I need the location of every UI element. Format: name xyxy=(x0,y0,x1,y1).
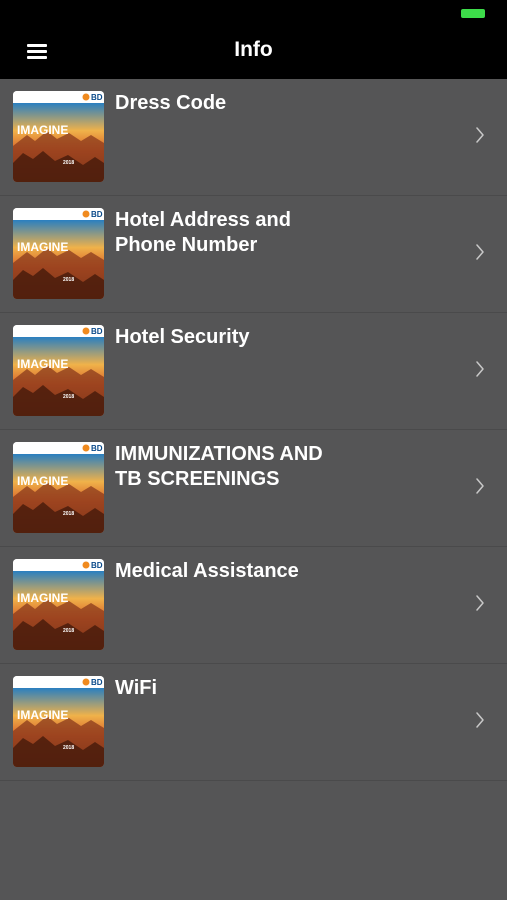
list-item-1[interactable]: BD IMAGINE 2018 Hotel Address and Phone … xyxy=(0,196,507,313)
event-thumbnail: BD IMAGINE 2018 xyxy=(13,442,104,533)
svg-text:BD: BD xyxy=(91,210,103,219)
svg-text:BD: BD xyxy=(91,93,103,102)
event-thumbnail: BD IMAGINE 2018 xyxy=(13,676,104,767)
svg-text:BD: BD xyxy=(91,444,103,453)
list-item-title: Dress Code xyxy=(115,92,227,114)
svg-text:2018: 2018 xyxy=(63,628,74,634)
info-list: BD IMAGINE 2018 Dress Code BD IMAGINE 20… xyxy=(0,79,507,781)
list-item-4[interactable]: BD IMAGINE 2018 Medical Assistance xyxy=(0,547,507,664)
svg-text:BD: BD xyxy=(91,561,103,570)
svg-text:IMAGINE: IMAGINE xyxy=(17,240,68,254)
svg-text:2018: 2018 xyxy=(63,277,74,283)
list-item-title: Hotel Security xyxy=(115,326,250,348)
list-item-title: WiFi xyxy=(115,677,158,699)
chevron-right-icon xyxy=(476,127,484,143)
svg-text:2018: 2018 xyxy=(63,511,74,517)
svg-text:IMAGINE: IMAGINE xyxy=(17,123,68,137)
list-item-title: IMMUNIZATIONS AND TB SCREENINGS xyxy=(115,443,323,490)
status-bar xyxy=(0,0,507,24)
list-item-title: Medical Assistance xyxy=(115,560,299,582)
event-thumbnail: BD IMAGINE 2018 xyxy=(13,91,104,182)
svg-text:2018: 2018 xyxy=(63,745,74,751)
chevron-right-icon xyxy=(476,712,484,728)
svg-text:2018: 2018 xyxy=(63,394,74,400)
event-thumbnail: BD IMAGINE 2018 xyxy=(13,559,104,650)
navigation-bar: Info xyxy=(0,24,507,79)
event-thumbnail: BD IMAGINE 2018 xyxy=(13,325,104,416)
svg-text:BD: BD xyxy=(91,327,103,336)
chevron-right-icon xyxy=(476,595,484,611)
list-item-title: Hotel Address and Phone Number xyxy=(115,209,291,256)
event-thumbnail: BD IMAGINE 2018 xyxy=(13,208,104,299)
svg-text:IMAGINE: IMAGINE xyxy=(17,357,68,371)
svg-text:IMAGINE: IMAGINE xyxy=(17,474,68,488)
chevron-right-icon xyxy=(476,361,484,377)
svg-text:IMAGINE: IMAGINE xyxy=(17,591,68,605)
battery-icon xyxy=(461,9,485,18)
svg-text:BD: BD xyxy=(91,678,103,687)
list-item-3[interactable]: BD IMAGINE 2018 IMMUNIZATIONS AND TB SCR… xyxy=(0,430,507,547)
chevron-right-icon xyxy=(476,478,484,494)
svg-text:2018: 2018 xyxy=(63,160,74,166)
list-item-0[interactable]: BD IMAGINE 2018 Dress Code xyxy=(0,79,507,196)
list-item-5[interactable]: BD IMAGINE 2018 WiFi xyxy=(0,664,507,781)
svg-text:IMAGINE: IMAGINE xyxy=(17,708,68,722)
chevron-right-icon xyxy=(476,244,484,260)
list-item-2[interactable]: BD IMAGINE 2018 Hotel Security xyxy=(0,313,507,430)
page-title: Info xyxy=(234,38,273,61)
